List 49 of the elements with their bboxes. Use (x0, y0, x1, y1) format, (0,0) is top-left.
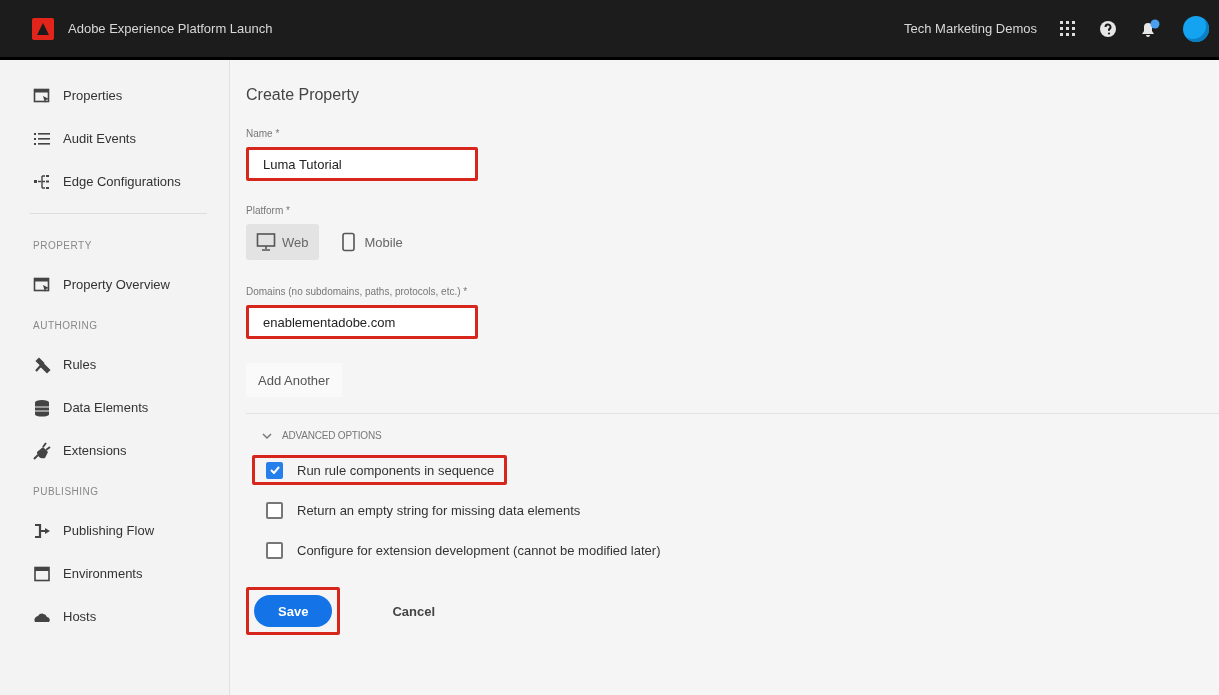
field-label: Domains (no subdomains, paths, protocols, etc.) * (246, 286, 469, 297)
sidebar-item[interactable]: Property Overview (0, 263, 229, 306)
checkbox[interactable] (266, 461, 283, 479)
flow-icon (33, 521, 51, 540)
sidebar-item[interactable]: Rules (0, 343, 229, 386)
desktop-icon (256, 232, 276, 252)
name-field[interactable]: Luma Tutorial (246, 147, 478, 181)
sidebar-item[interactable]: Publishing Flow (0, 509, 229, 552)
bell-icon[interactable] (1139, 18, 1161, 39)
field-label: Platform * (246, 205, 291, 216)
platform-toggle[interactable]: Web (246, 224, 319, 260)
sidebar-item[interactable]: Hosts (0, 595, 229, 638)
sidebar-item[interactable]: Environments (0, 552, 229, 595)
logo-icon (32, 17, 54, 40)
sidebar-item[interactable]: Edge Configurations (0, 160, 229, 203)
save-button[interactable]: Save (254, 595, 333, 627)
cancel-button[interactable]: Cancel (386, 602, 441, 620)
database-icon (33, 398, 51, 417)
sidebar-item[interactable]: Audit Events (0, 117, 229, 160)
platform-toggle[interactable]: Mobile (328, 224, 413, 260)
checkbox-label: Run rule components in sequence (297, 462, 495, 478)
page-title: Create Property (246, 86, 360, 104)
checkbox[interactable] (266, 501, 283, 519)
advanced-options-toggle[interactable]: ADVANCED OPTIONS (246, 430, 382, 441)
window-icon (33, 86, 51, 105)
sidebar-item[interactable]: Extensions (0, 429, 229, 472)
checkbox-label: Return an empty string for missing data elements (297, 502, 581, 518)
checkbox[interactable] (266, 541, 283, 559)
avatar[interactable] (1183, 15, 1209, 42)
field-label: Name * (246, 128, 281, 139)
help-icon[interactable] (1099, 19, 1117, 38)
sidebar-item[interactable]: Properties (0, 74, 229, 117)
section-heading: PROPERTY (32, 239, 93, 253)
browser-window-icon (33, 564, 51, 583)
org-switcher[interactable]: Tech Marketing Demos (904, 21, 1037, 36)
checkmark-icon (269, 466, 280, 474)
domain-field[interactable]: enablementadobe.com (246, 305, 478, 339)
sidebar-item[interactable]: Data Elements (0, 386, 229, 429)
apps-grid-icon[interactable] (1059, 19, 1077, 38)
add-another-button[interactable]: Add Another (246, 363, 342, 397)
tools-icon (33, 355, 51, 374)
app-title: Adobe Experience Platform Launch (68, 21, 273, 36)
section-heading: PUBLISHING (32, 485, 100, 499)
section-heading: AUTHORING (32, 319, 99, 333)
checkbox-label: Configure for extension development (cannot be modified later) (297, 542, 661, 558)
tree-icon (33, 172, 51, 191)
window-icon (33, 275, 51, 294)
chevron-icon (262, 431, 272, 440)
plug-icon (33, 441, 51, 460)
